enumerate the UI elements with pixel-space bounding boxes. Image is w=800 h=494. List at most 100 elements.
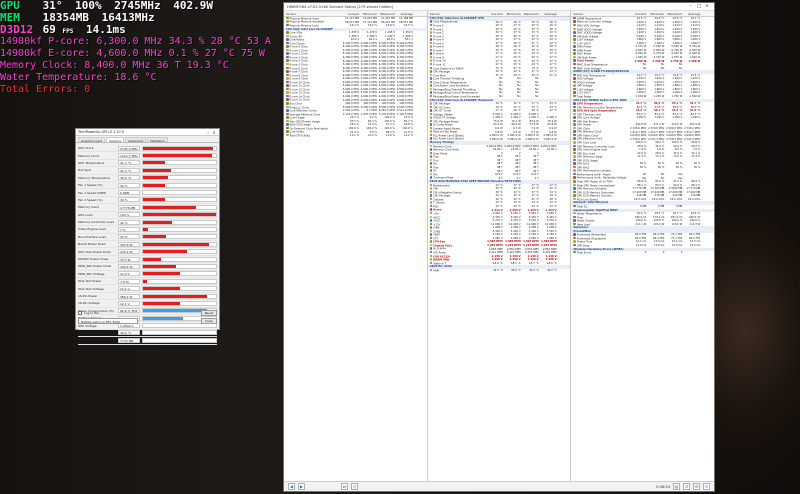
gpuz-sensor-value[interactable]: 0 RPM: [118, 190, 140, 196]
column-header-maximum[interactable]: Maximum: [665, 11, 683, 16]
gpuz-sensor-value[interactable]: 392.8 W: [118, 241, 140, 247]
settings-icon[interactable]: ⚙: [693, 483, 700, 490]
sensor-type-icon: [286, 116, 289, 119]
gpuz-sensor-value[interactable]: 40 %: [118, 219, 140, 225]
column-header-average[interactable]: Average: [396, 11, 414, 16]
sensor-type-icon: [573, 197, 576, 201]
nav-right-icon[interactable]: ▶: [298, 483, 305, 490]
card-select[interactable]: NVIDIA GeForce RTX 4090: [78, 318, 138, 324]
gpuz-sensor-value[interactable]: 17776 MB: [118, 204, 140, 210]
sensor-current: 30 %: [639, 165, 647, 169]
reset-button[interactable]: Reset: [200, 310, 217, 316]
column-header-current[interactable]: Current: [342, 11, 360, 16]
tab-graphics-card[interactable]: Graphics Card: [78, 137, 106, 143]
network-icon[interactable]: ⇄: [341, 483, 348, 490]
sensor-type-icon: [286, 105, 289, 109]
sensor-type-icon: [286, 31, 289, 34]
gpuz-sensor-graph-fill: [143, 294, 208, 298]
gpuz-sensor-graph-fill: [143, 301, 180, 305]
save-report-icon[interactable]: ▤: [673, 483, 680, 490]
sensor-type-icon: [429, 226, 433, 229]
gpuz-sensor-row: GPU Clock 2745.0 MHz: [78, 145, 217, 153]
sensor-average: 12.2 %: [403, 134, 413, 138]
column-header-sensor[interactable]: Sensor: [571, 11, 629, 16]
gpuz-sensor-value[interactable]: 32 %: [118, 234, 140, 240]
sensor-maximum: 0: [680, 251, 683, 255]
sensor-type-icon: [286, 94, 289, 98]
sensor-row[interactable]: VRM 39.0 °C 38.0 °C 39.0 °C 39.0 °C: [428, 268, 571, 273]
tab-validation[interactable]: Validation: [146, 137, 168, 143]
gpuz-sensor-value[interactable]: 7732 MB: [118, 337, 140, 343]
sensor-type-icon: [286, 66, 289, 70]
log-to-file-checkbox[interactable]: [78, 311, 82, 315]
gpuz-sensor-value[interactable]: 36.0 °C: [118, 175, 140, 181]
gpuz-sensor-value[interactable]: 31.7 °C: [118, 160, 140, 166]
sensor-type-icon: [429, 258, 433, 261]
gpuz-sensor-value[interactable]: 2745.0 MHz: [118, 145, 140, 151]
gpuz-sensor-value[interactable]: 30 %: [118, 182, 140, 188]
hwinfo-window[interactable]: HWiNFO64 v7.62-5160 Sensors Status [279 …: [283, 2, 715, 492]
column-header-average[interactable]: Average: [683, 11, 701, 16]
column-header-sensor[interactable]: Sensor: [428, 11, 486, 16]
gpuz-sensor-value[interactable]: 1312.7 MHz: [118, 153, 140, 159]
hwinfo-title: HWiNFO64 v7.62-5160 Sensors Status [279 …: [287, 4, 394, 9]
sensor-row[interactable]: Total Errors 0 0 0: [571, 250, 714, 255]
column-header-minimum[interactable]: Minimum: [504, 11, 522, 16]
column-header-minimum[interactable]: Minimum: [647, 11, 665, 16]
gpuz-sensor-value[interactable]: 30 %: [118, 197, 140, 203]
close-icon[interactable]: ×: [211, 130, 217, 135]
gpuz-sensor-value[interactable]: 100 %: [118, 212, 140, 218]
sensor-type-icon: [429, 23, 433, 27]
minimize-icon[interactable]: –: [687, 4, 695, 9]
gpuz-sensor-value[interactable]: 36.0 °C: [118, 330, 140, 336]
column-header-average[interactable]: Average: [540, 11, 558, 16]
gpuz-sensor-value[interactable]: 385.2 W: [118, 293, 140, 299]
gpuz-sensor-name: Memory Temperature: [78, 330, 111, 335]
column-header-sensor[interactable]: Sensor: [284, 11, 342, 16]
sensor-type-icon: [429, 116, 433, 119]
column-header-maximum[interactable]: Maximum: [522, 11, 540, 16]
column-header-current[interactable]: Current: [629, 11, 647, 16]
sensor-current: 39.0 °C: [492, 268, 503, 272]
sensor-average: 30 %: [693, 165, 701, 169]
sensor-row[interactable]: Total CPU Utility 12.1 % 10.9 % 13.6 % 12.2 …: [284, 133, 427, 138]
gpuz-sensor-value[interactable]: 76.3 W: [118, 256, 140, 262]
gpuz-sensor-graph: [142, 241, 217, 247]
column-header-minimum[interactable]: Minimum: [360, 11, 378, 16]
column-header-current[interactable]: Current: [486, 11, 504, 16]
gpuz-sensor-value[interactable]: 12.0 V: [118, 271, 140, 277]
maximize-icon[interactable]: □: [695, 4, 703, 9]
tab-sensors[interactable]: Sensors: [106, 137, 125, 143]
close-sensors-icon[interactable]: ✕: [703, 483, 710, 490]
gpuz-sensor-value[interactable]: 12.1 V: [118, 300, 140, 306]
nav-left-icon[interactable]: ◀: [288, 483, 295, 490]
sensor-type-icon: [429, 52, 433, 55]
gpuz-sensor-name: PWR_SRC Power Draw: [78, 264, 112, 269]
gpuz-sensor-value[interactable]: 166.4 W: [118, 263, 140, 269]
gpuz-window[interactable]: TechPowerUp GPU-Z 2.57.0 – × Graphics Ca…: [75, 128, 220, 345]
clock-icon[interactable]: ◷: [351, 483, 358, 490]
sensor-type-icon: [429, 133, 433, 137]
close-button[interactable]: Close: [200, 318, 217, 324]
reset-icon[interactable]: ↺: [683, 483, 690, 490]
gpuz-sensor-name: GPU Load: [78, 212, 93, 217]
sensor-type-icon: [286, 130, 289, 133]
sensor-maximum: 72.6 %: [673, 155, 683, 159]
sensor-type-icon: [286, 84, 289, 87]
gpuz-sensor-value[interactable]: 7.6 W: [118, 278, 140, 284]
sensor-type-icon: [573, 133, 576, 137]
column-header-maximum[interactable]: Maximum: [378, 11, 396, 16]
gpuz-sensor-value[interactable]: 41.4 °C: [118, 167, 140, 173]
hwinfo-titlebar[interactable]: HWiNFO64 v7.62-5160 Sensors Status [279 …: [284, 3, 714, 11]
sensor-type-icon: [429, 119, 433, 123]
gpuz-titlebar[interactable]: TechPowerUp GPU-Z 2.57.0 – ×: [76, 129, 219, 136]
close-icon[interactable]: ×: [703, 4, 711, 9]
gpuz-sensor-graph-fill: [143, 257, 162, 261]
tab-advanced[interactable]: Advanced: [125, 137, 146, 143]
gpuz-sensor-value[interactable]: 225.4 W: [118, 249, 140, 255]
sensor-type-icon: [573, 105, 576, 109]
gpuz-sensor-value[interactable]: 12.1 V: [118, 286, 140, 292]
gpuz-sensor-value[interactable]: 7 %: [118, 226, 140, 232]
gpuz-title: TechPowerUp GPU-Z 2.57.0: [78, 130, 125, 134]
sensor-name: Total Errors: [571, 250, 629, 255]
